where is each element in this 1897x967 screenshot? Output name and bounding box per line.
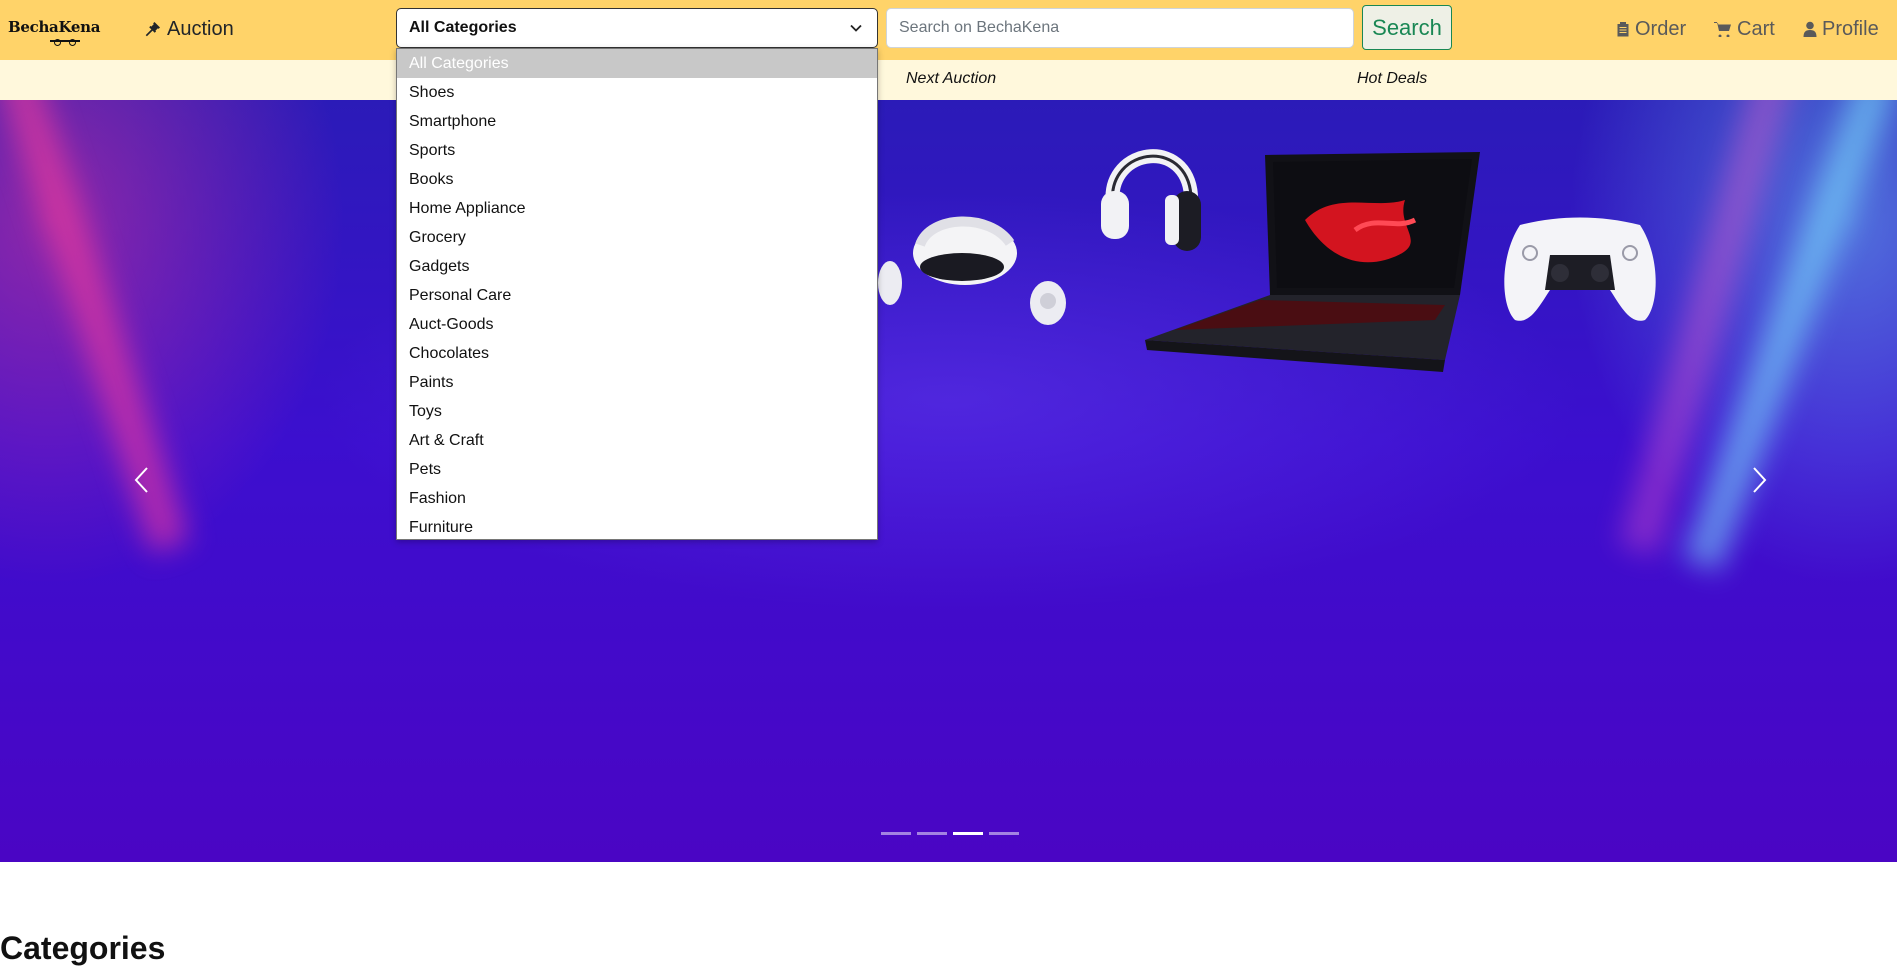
hot-deals-link[interactable]: Hot Deals <box>1357 70 1427 88</box>
game-controller-image <box>1504 217 1656 321</box>
carousel-next-button[interactable] <box>1744 460 1774 500</box>
brand-logo[interactable]: BechaKena <box>8 14 114 46</box>
dropdown-option[interactable]: Smartphone <box>397 107 877 136</box>
category-select-value: All Categories <box>409 19 517 36</box>
sub-navbar: Next Auction Hot Deals <box>0 60 1897 100</box>
carousel-indicator[interactable] <box>881 832 911 835</box>
carousel-prev-button[interactable] <box>127 460 157 500</box>
carousel-indicators <box>881 832 1019 835</box>
search-button[interactable]: Search <box>1362 5 1452 50</box>
profile-label: Profile <box>1822 17 1879 40</box>
carousel-indicator-active[interactable] <box>953 832 983 835</box>
dropdown-option[interactable]: Shoes <box>397 78 877 107</box>
order-label: Order <box>1635 17 1687 40</box>
dropdown-option[interactable]: Grocery <box>397 223 877 252</box>
dropdown-option[interactable]: Chocolates <box>397 339 877 368</box>
auction-link[interactable]: Auction <box>145 16 234 42</box>
dropdown-option[interactable]: Pets <box>397 455 877 484</box>
cart-link[interactable]: Cart <box>1714 16 1775 42</box>
dropdown-option[interactable]: Art & Craft <box>397 426 877 455</box>
user-icon <box>1803 21 1817 37</box>
dropdown-option[interactable]: Books <box>397 165 877 194</box>
dropdown-option[interactable]: Sports <box>397 136 877 165</box>
laptop-image <box>1145 152 1480 372</box>
light-streak <box>0 100 190 554</box>
clipboard-icon <box>1617 22 1629 37</box>
dropdown-option[interactable]: Toys <box>397 397 877 426</box>
chevron-left-icon <box>134 467 148 493</box>
search-input[interactable] <box>886 8 1354 48</box>
dropdown-option[interactable]: Paints <box>397 368 877 397</box>
dropdown-option[interactable]: Gadgets <box>397 252 877 281</box>
categories-heading: Categories <box>0 930 166 966</box>
order-link[interactable]: Order <box>1616 16 1686 42</box>
next-auction-link[interactable]: Next Auction <box>906 70 996 88</box>
carousel-indicator[interactable] <box>917 832 947 835</box>
top-navbar: BechaKena Auction All Categories Search … <box>0 0 1897 60</box>
carousel-indicator[interactable] <box>989 832 1019 835</box>
category-dropdown-list: All Categories Shoes Smartphone Sports Books… <box>396 48 878 540</box>
dropdown-option[interactable]: Furniture <box>397 513 877 542</box>
dropdown-option[interactable]: Fashion <box>397 484 877 513</box>
cart-label: Cart <box>1737 17 1775 40</box>
dropdown-option[interactable]: Personal Care <box>397 281 877 310</box>
dropdown-option[interactable]: Auct-Goods <box>397 310 877 339</box>
cart-logo-icon <box>50 32 80 46</box>
cart-icon <box>1714 22 1731 37</box>
auction-label: Auction <box>167 17 234 40</box>
chevron-right-icon <box>1753 467 1767 493</box>
chevron-down-icon <box>850 24 862 32</box>
vr-headset-image <box>878 216 1066 325</box>
gavel-icon <box>145 22 160 37</box>
hero-carousel <box>0 100 1897 862</box>
dropdown-option[interactable]: Home Appliance <box>397 194 877 223</box>
profile-link[interactable]: Profile <box>1803 16 1879 42</box>
dropdown-option[interactable]: All Categories <box>397 49 877 78</box>
category-select[interactable]: All Categories <box>396 8 878 48</box>
